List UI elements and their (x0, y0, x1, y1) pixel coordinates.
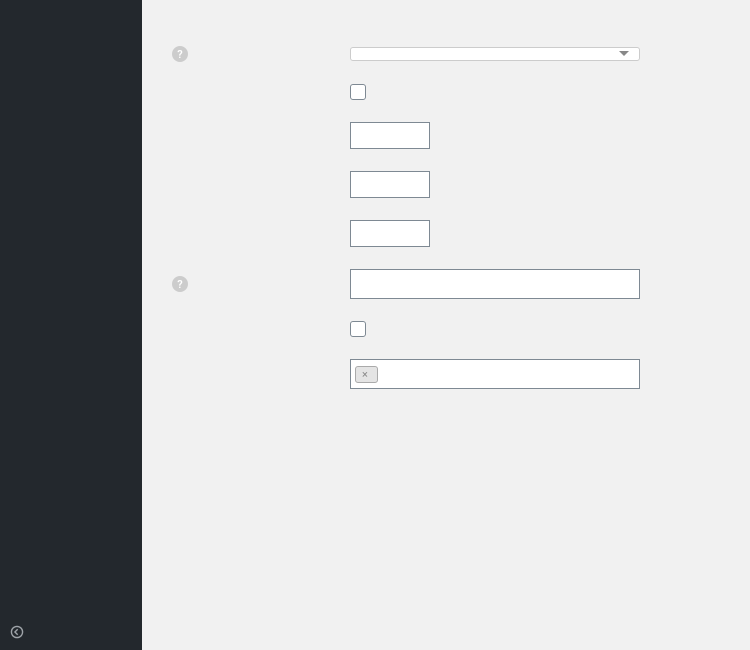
regular-per-page-input[interactable] (350, 122, 430, 149)
collapse-menu[interactable] (0, 617, 142, 650)
listings-page-select[interactable] (350, 47, 640, 61)
collapse-icon (10, 625, 24, 642)
default-fields-input[interactable]: × (350, 359, 640, 389)
listings-page-label: ? (160, 46, 350, 62)
related-per-page-input[interactable] (350, 220, 430, 247)
main-content: ? ? (142, 0, 750, 650)
help-icon[interactable]: ? (172, 276, 188, 292)
title-input[interactable] (350, 269, 640, 299)
help-icon[interactable]: ? (172, 46, 188, 62)
title-label: ? (160, 276, 350, 292)
featured-per-page-input[interactable] (350, 171, 430, 198)
keywords-tag[interactable]: × (355, 366, 378, 383)
image-zoom-checkbox[interactable] (350, 321, 366, 337)
remove-tag-icon[interactable]: × (362, 368, 368, 381)
display-categories-checkbox[interactable] (350, 84, 366, 100)
admin-sidebar (0, 0, 142, 650)
